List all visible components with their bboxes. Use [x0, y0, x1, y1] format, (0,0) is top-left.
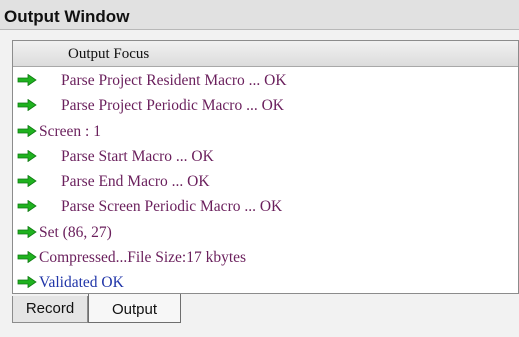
output-row[interactable]: Parse Start Macro ... OK [13, 143, 518, 168]
output-row-text: Screen : 1 [39, 122, 101, 140]
output-row-text: Parse Screen Periodic Macro ... OK [61, 198, 283, 216]
green-right-arrow-icon [17, 200, 37, 213]
column-header-output-focus[interactable]: Output Focus [13, 41, 518, 67]
green-right-arrow-icon [17, 251, 37, 264]
output-row-text: Set (86, 27) [39, 223, 112, 241]
column-header-label: Output Focus [68, 46, 150, 62]
window-title: Output Window [4, 7, 130, 26]
output-rows: Parse Project Resident Macro ... OK Pars… [13, 67, 518, 293]
output-row-text: Parse End Macro ... OK [61, 173, 210, 191]
output-row[interactable]: Parse Project Periodic Macro ... OK [13, 92, 518, 117]
output-row[interactable]: Validated OK [13, 269, 518, 293]
title-bar: Output Window [0, 0, 519, 30]
output-row[interactable]: Set (86, 27) [13, 219, 518, 244]
green-right-arrow-icon [17, 124, 37, 137]
green-right-arrow-icon [17, 276, 37, 289]
green-right-arrow-icon [17, 225, 37, 238]
green-right-arrow-icon [17, 74, 37, 86]
output-row-text: Parse Project Resident Macro ... OK [61, 72, 287, 89]
output-row[interactable]: Parse End Macro ... OK [13, 168, 518, 193]
tab-strip: Record Output [12, 294, 519, 337]
output-row[interactable]: Parse Screen Periodic Macro ... OK [13, 193, 518, 218]
output-row-text: Parse Start Macro ... OK [61, 147, 214, 165]
output-list-panel[interactable]: Output Focus Parse Project Resident Macr… [12, 40, 519, 294]
output-row-text: Parse Project Periodic Macro ... OK [61, 97, 284, 115]
green-right-arrow-icon [17, 149, 37, 162]
output-row[interactable]: Compressed...File Size:17 kbytes [13, 244, 518, 269]
output-row-text: Validated OK [39, 274, 124, 292]
output-row[interactable]: Parse Project Resident Macro ... OK [13, 67, 518, 92]
tab-output[interactable]: Output [88, 294, 181, 323]
output-row[interactable]: Screen : 1 [13, 118, 518, 143]
green-right-arrow-icon [17, 99, 37, 112]
green-right-arrow-icon [17, 175, 37, 188]
tab-record[interactable]: Record [12, 296, 88, 323]
output-row-text: Compressed...File Size:17 kbytes [39, 249, 247, 267]
